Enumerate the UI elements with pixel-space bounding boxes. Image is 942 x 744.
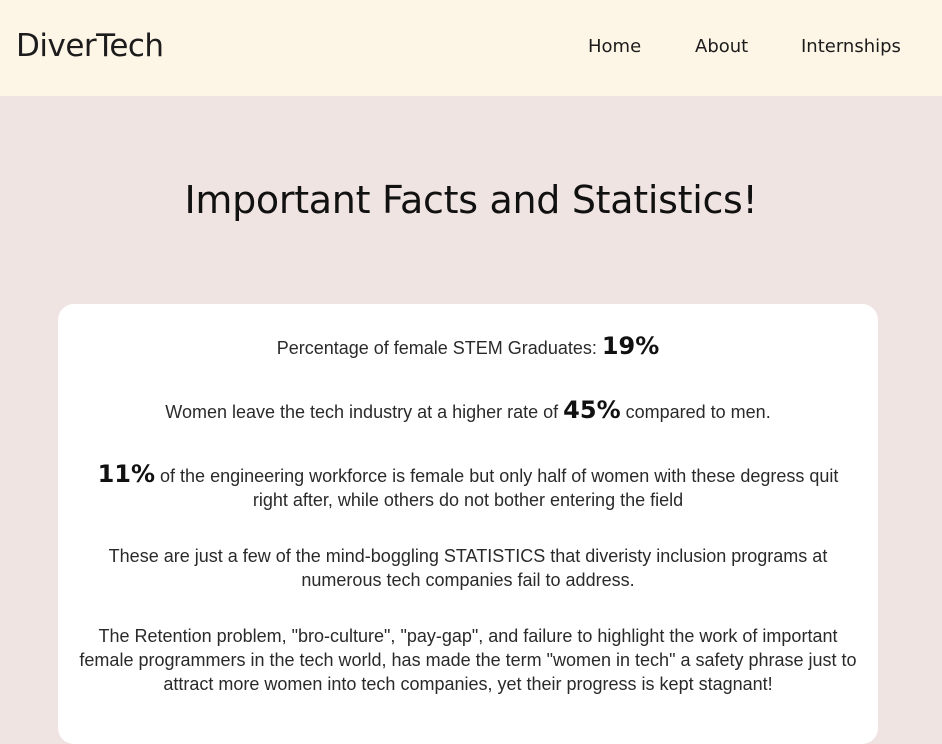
stat-value: 19% [601,332,660,360]
nav-link-about[interactable]: About [695,35,748,59]
stat-value: 45% [563,396,621,424]
fact-text: of the engineering workforce is female b… [155,466,839,510]
fact-text: Women leave the tech industry at a highe… [165,402,564,422]
fact-engineering-workforce: 11% of the engineering workforce is fema… [78,462,858,512]
fact-text: Percentage of female STEM Graduates: [276,338,602,358]
stat-value: 11% [97,460,156,488]
nav-links: Home About Internships [0,35,942,59]
page-title: Important Facts and Statistics! [184,178,758,222]
nav-link-home[interactable]: Home [588,35,641,59]
fact-female-stem-graduates: Percentage of female STEM Graduates: 19% [78,334,858,360]
navbar: DiverTech Home About Internships [0,0,942,96]
fact-women-leave-tech: Women leave the tech industry at a highe… [78,398,858,424]
nav-link-internships[interactable]: Internships [801,35,901,59]
fact-retention-problem: The Retention problem, "bro-culture", "p… [79,626,857,694]
fact-text: compared to men. [620,402,771,422]
fact-statistics-summary: These are just a few of the mind-bogglin… [108,546,828,590]
facts-card: Percentage of female STEM Graduates: 19%… [58,304,878,744]
